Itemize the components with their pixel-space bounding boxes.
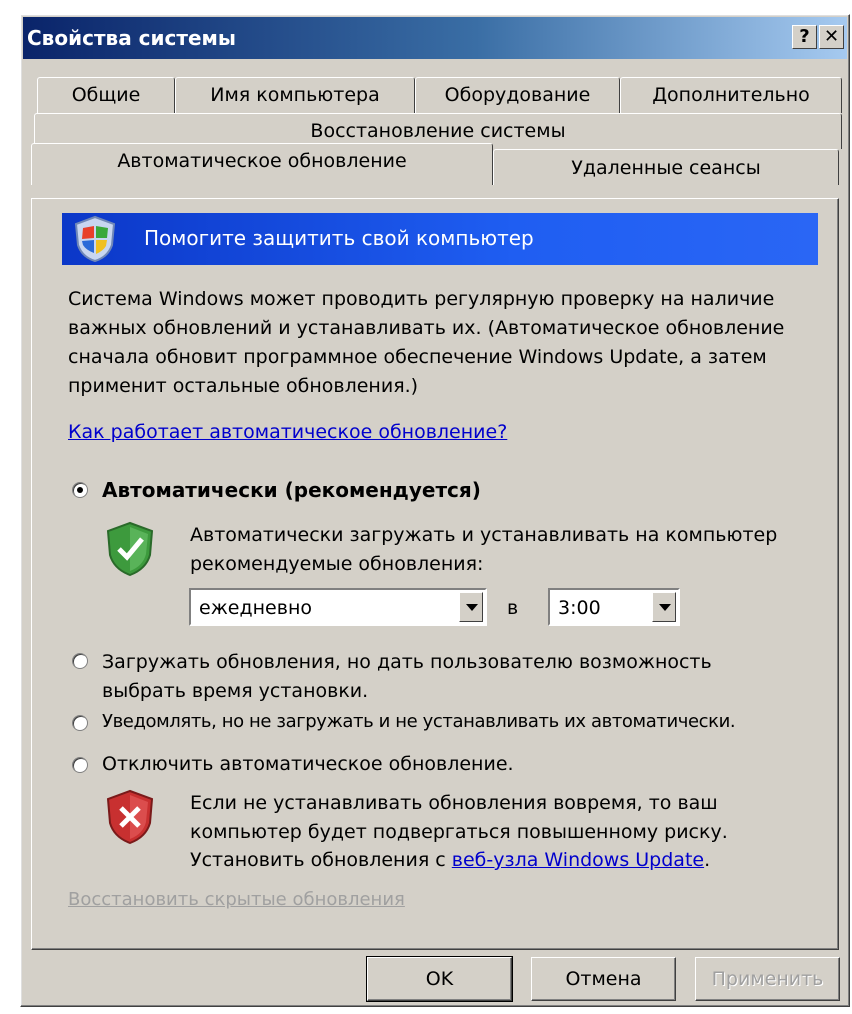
close-button[interactable]: ✕ [819,25,844,49]
time-select[interactable]: 3:00 [548,588,680,626]
notify-label[interactable]: Уведомлять, но не загружать и не устанав… [102,711,736,732]
auto-radio[interactable] [72,482,88,498]
time-dropdown-arrow-icon[interactable] [652,592,676,622]
title-bar[interactable]: Свойства системы ? ✕ [23,17,847,59]
notify-radio[interactable] [72,715,88,731]
frequency-select[interactable]: ежедневно [189,588,487,626]
apply-button[interactable]: Применить [695,957,840,1001]
ok-button[interactable]: OK [366,956,513,1002]
tab-advanced[interactable]: Дополнительно [620,77,842,113]
tab-hardware[interactable]: Оборудование [415,77,620,113]
windows-security-shield-icon [70,215,120,268]
frequency-value: ежедневно [199,597,312,619]
download-radio[interactable] [72,653,88,669]
banner-text: Помогите защитить свой компьютер [144,226,534,250]
at-label: в [507,597,519,619]
download-label[interactable]: Загружать обновления, но дать пользовате… [102,648,742,706]
auto-detail-text: Автоматически загружать и устанавливать … [190,524,778,575]
window-title: Свойства системы [27,26,236,50]
system-properties-window: Свойства системы ? ✕ Общие Имя компьютер… [20,14,850,1007]
automatic-updates-panel: Помогите защитить свой компьютер Система… [31,198,839,950]
auto-label[interactable]: Автоматически (рекомендуется) [102,478,481,502]
windows-update-link[interactable]: веб-узла Windows Update [452,849,704,871]
warning-text: Если не устанавливать обновления вовремя… [190,792,728,843]
off-label[interactable]: Отключить автоматическое обновление. [102,753,514,775]
how-it-works-link[interactable]: Как работает автоматическое обновление? [68,421,507,443]
description-text: Система Windows может проводить регулярн… [68,288,785,397]
off-radio[interactable] [72,757,88,773]
restore-hidden-updates-link[interactable]: Восстановить скрытые обновления [68,889,405,910]
red-x-shield-icon [104,789,156,850]
time-value: 3:00 [558,597,601,619]
help-button[interactable]: ? [792,25,817,49]
green-check-shield-icon [104,521,156,582]
cancel-button[interactable]: Отмена [531,957,676,1001]
frequency-dropdown-arrow-icon[interactable] [459,592,483,622]
tab-general[interactable]: Общие [37,77,175,113]
tab-remote[interactable]: Удаленные сеансы [493,149,839,185]
install-suffix: . [704,849,711,871]
tab-computer-name[interactable]: Имя компьютера [175,77,415,113]
install-line: Установить обновления с веб-узла Windows… [190,849,710,871]
install-prefix: Установить обновления с [190,849,452,871]
help-protect-banner: Помогите защитить свой компьютер [62,213,818,265]
tab-automatic-updates[interactable]: Автоматическое обновление [31,143,493,185]
